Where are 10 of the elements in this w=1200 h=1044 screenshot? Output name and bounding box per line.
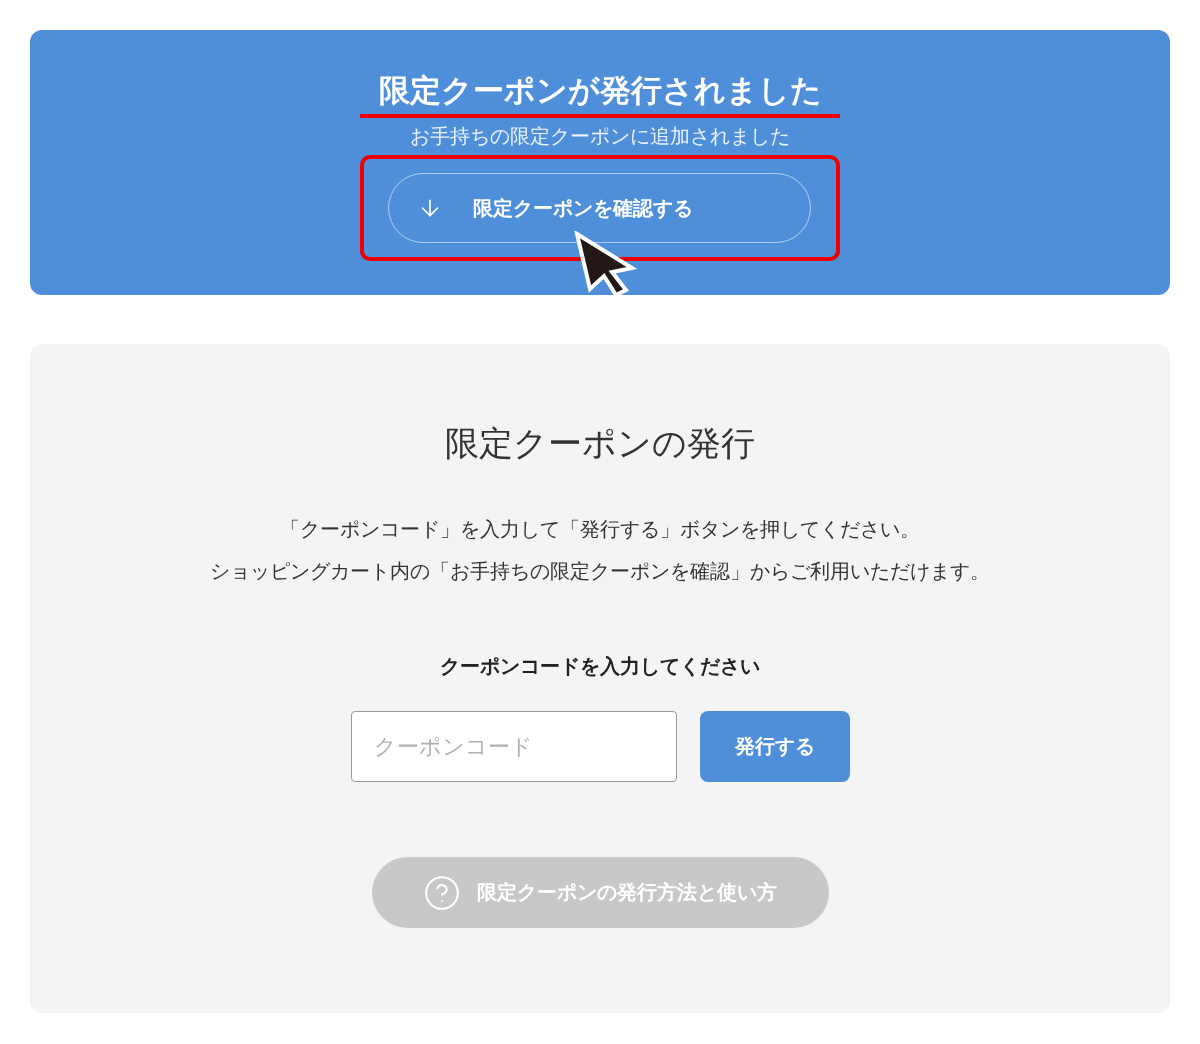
pointer-cursor-icon <box>574 231 638 297</box>
description-text: ショッピングカート内の「お手持ちの限定クーポンを確認」からご利用いただけます。 <box>210 558 990 585</box>
section-heading: 限定クーポンの発行 <box>445 422 755 464</box>
notice-title: 限定クーポンが発行されました <box>360 70 840 118</box>
field-label: クーポンコードを入力してください <box>440 653 760 680</box>
help-icon <box>423 873 461 912</box>
notice-subtitle: お手持ちの限定クーポンに追加されました <box>410 123 790 150</box>
coupon-code-field[interactable]: クーポンコード <box>350 711 677 782</box>
description-text: 「クーポンコード」を入力して「発行する」ボタンを押してください。 <box>280 516 920 543</box>
issue-button[interactable]: 発行する <box>699 711 850 782</box>
